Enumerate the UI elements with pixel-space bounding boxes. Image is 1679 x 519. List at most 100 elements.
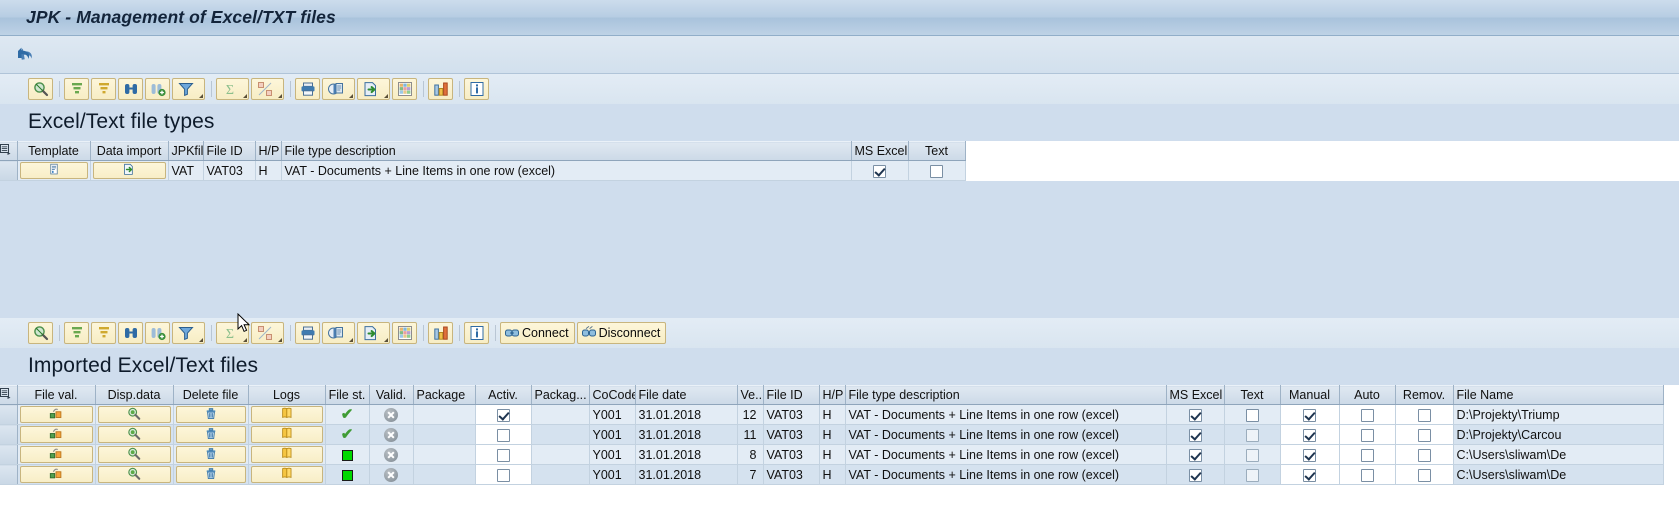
cell-ms_excel[interactable] [1166,405,1224,425]
column-header-ms_excel[interactable]: MS Excel [1166,386,1224,405]
column-header-data_import[interactable]: Data import [90,142,168,161]
data-import-button[interactable] [93,162,166,179]
print-icon[interactable] [295,78,320,100]
table-row[interactable]: ✔Y00131.01.201811VAT03HVAT - Documents +… [0,425,1663,445]
checkbox-ms_excel[interactable] [1189,429,1202,442]
logs-button[interactable] [251,406,323,423]
cell-file_val[interactable] [17,465,95,485]
checkbox-text[interactable] [1246,449,1259,462]
cell-remov[interactable] [1395,405,1453,425]
column-header-cocode[interactable]: CoCode [589,386,635,405]
cell-disp_data[interactable] [95,405,173,425]
file-validation-button[interactable] [20,466,93,483]
cell-logs[interactable] [248,405,325,425]
file-validation-button[interactable] [20,406,93,423]
cell-template[interactable] [17,161,90,181]
cell-ms_excel[interactable] [1166,425,1224,445]
dropdown-arrow-icon[interactable] [278,94,282,98]
checkbox-auto[interactable] [1361,429,1374,442]
logs-button[interactable] [251,446,323,463]
select-all-icon[interactable] [0,386,17,405]
column-header-manual[interactable]: Manual [1280,386,1339,405]
connect-button[interactable]: Connect [500,322,575,344]
column-header-valid[interactable]: Valid. [369,386,413,405]
cell-delete_file[interactable] [173,425,248,445]
checkbox-ms_excel[interactable] [1189,449,1202,462]
checkbox-activ[interactable] [497,429,510,442]
cell-file_val[interactable] [17,445,95,465]
cell-manual[interactable] [1280,465,1339,485]
cell-auto[interactable] [1339,425,1395,445]
column-header-package[interactable]: Package [413,386,475,405]
checkbox-remov[interactable] [1418,409,1431,422]
find-icon[interactable] [118,78,143,100]
cell-manual[interactable] [1280,405,1339,425]
export-icon[interactable] [357,322,390,344]
dropdown-arrow-icon[interactable] [384,94,388,98]
delete-file-button[interactable] [176,406,246,423]
column-header-file_st[interactable]: File st. [325,386,369,405]
sort-descending-icon[interactable] [91,78,116,100]
checkbox-activ[interactable] [497,449,510,462]
view-layout-icon[interactable] [322,78,355,100]
cell-ms_excel[interactable] [1166,445,1224,465]
column-header-ms_excel[interactable]: MS Excel [851,142,908,161]
cell-manual[interactable] [1280,445,1339,465]
cell-logs[interactable] [248,445,325,465]
cell-auto[interactable] [1339,465,1395,485]
filter-icon[interactable] [172,78,205,100]
undo-icon[interactable] [12,42,40,68]
view-layout-icon[interactable] [322,322,355,344]
column-header-delete_file[interactable]: Delete file [173,386,248,405]
row-selector[interactable] [0,445,17,465]
total-sum-icon[interactable]: Σ [216,322,249,344]
dropdown-arrow-icon[interactable] [199,94,203,98]
checkbox-auto[interactable] [1361,409,1374,422]
row-selector[interactable] [0,425,17,445]
cell-activ[interactable] [475,405,531,425]
cell-ms_excel[interactable] [1166,465,1224,485]
cell-activ[interactable] [475,465,531,485]
graphic-chart-icon[interactable] [428,322,453,344]
display-data-button[interactable] [98,466,171,483]
file-validation-button[interactable] [20,446,93,463]
table-row[interactable]: ✔Y00131.01.201812VAT03HVAT - Documents +… [0,405,1663,425]
cell-ms_excel[interactable] [851,161,908,181]
cell-manual[interactable] [1280,425,1339,445]
delete-file-button[interactable] [176,446,246,463]
cell-text[interactable] [1224,425,1280,445]
cell-remov[interactable] [1395,445,1453,465]
subtotal-icon[interactable] [251,322,284,344]
sort-ascending-icon[interactable] [64,322,89,344]
checkbox-manual[interactable] [1303,449,1316,462]
detail-icon[interactable] [28,322,53,344]
checkbox-ms_excel[interactable] [1189,409,1202,422]
file-validation-button[interactable] [20,426,93,443]
column-header-packag[interactable]: Packag... [531,386,589,405]
checkbox-remov[interactable] [1418,469,1431,482]
cell-remov[interactable] [1395,425,1453,445]
table-row[interactable]: VATVAT03HVAT - Documents + Line Items in… [0,161,965,181]
export-icon[interactable] [357,78,390,100]
sort-descending-icon[interactable] [91,322,116,344]
dropdown-arrow-icon[interactable] [349,338,353,342]
delete-file-button[interactable] [176,426,246,443]
cell-delete_file[interactable] [173,405,248,425]
column-header-auto[interactable]: Auto [1339,386,1395,405]
checkbox-text[interactable] [1246,409,1259,422]
checkbox-ms_excel[interactable] [873,165,886,178]
column-header-remov[interactable]: Remov. [1395,386,1453,405]
column-header-hp[interactable]: H/P [819,386,845,405]
cell-text[interactable] [908,161,965,181]
cell-delete_file[interactable] [173,445,248,465]
checkbox-activ[interactable] [497,409,510,422]
dropdown-arrow-icon[interactable] [278,338,282,342]
print-icon[interactable] [295,322,320,344]
column-header-logs[interactable]: Logs [248,386,325,405]
cell-file_val[interactable] [17,425,95,445]
column-header-hp[interactable]: H/P [255,142,281,161]
cell-auto[interactable] [1339,405,1395,425]
column-header-activ[interactable]: Activ. [475,386,531,405]
ms-excel-icon[interactable] [392,322,417,344]
detail-icon[interactable] [28,78,53,100]
